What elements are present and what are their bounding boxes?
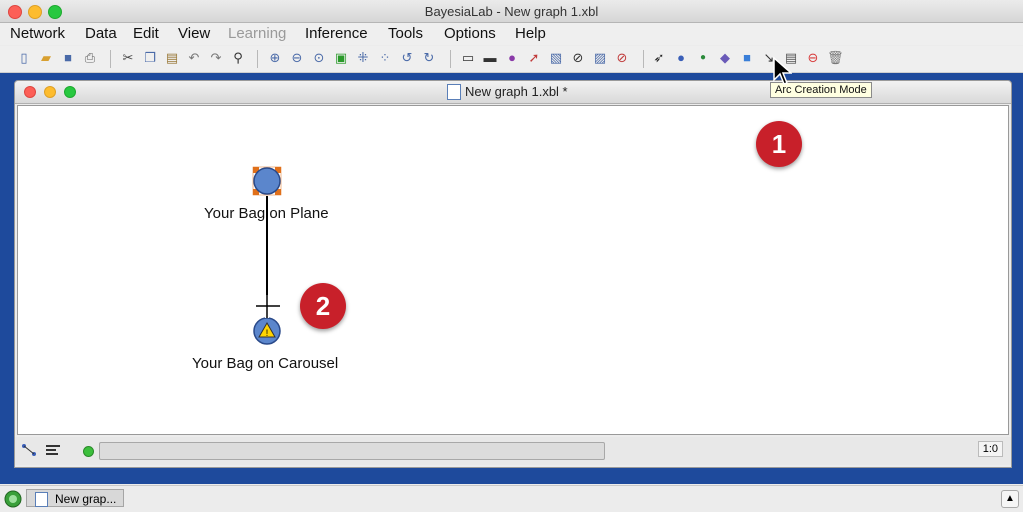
print-icon[interactable]: ⎙ — [82, 50, 98, 66]
callout-badge-2: 2 — [300, 283, 346, 329]
pointer-tool-icon[interactable]: ➚ — [526, 50, 542, 66]
document-icon — [35, 492, 48, 507]
menu-options[interactable]: Options — [444, 25, 496, 42]
mouse-pointer-icon — [773, 56, 792, 85]
node-display-icon[interactable]: ▭ — [460, 50, 476, 66]
rotate-left-icon[interactable]: ↺ — [399, 50, 415, 66]
menu-help[interactable]: Help — [515, 25, 546, 42]
zoom-fit-icon[interactable]: ⊙ — [311, 50, 327, 66]
trash-icon[interactable]: 🗑 — [827, 50, 844, 66]
node-label-carousel: Your Bag on Carousel — [192, 355, 339, 372]
document-minimize-button[interactable] — [44, 86, 56, 98]
no-entry-icon[interactable]: ⊘ — [614, 50, 630, 66]
copy-icon[interactable]: ❐ — [142, 50, 158, 66]
menu-learning: Learning — [228, 25, 287, 42]
open-folder-icon[interactable]: ▰ — [38, 50, 54, 66]
new-file-icon[interactable]: ▯ — [16, 50, 32, 66]
node-your-bag-on-plane[interactable] — [252, 166, 282, 196]
decision-node-icon[interactable]: ◆ — [717, 50, 733, 66]
menu-data[interactable]: Data — [85, 25, 117, 42]
cut-icon[interactable]: ✂ — [120, 50, 136, 66]
chevron-up-icon[interactable]: ▲ — [1001, 490, 1019, 508]
node-your-bag-on-carousel[interactable]: ! — [253, 317, 281, 345]
zoom-in-icon[interactable]: ⊕ — [267, 50, 283, 66]
document-title: New graph 1.xbl * — [465, 84, 568, 99]
fit-window-icon[interactable]: ▣ — [333, 50, 349, 66]
find-icon[interactable]: ⚲ — [230, 50, 246, 66]
node-creation-icon[interactable]: ● — [673, 50, 689, 66]
image-icon[interactable]: ▧ — [548, 50, 564, 66]
document-close-button[interactable] — [24, 86, 36, 98]
zoom-level: 1:0 — [977, 441, 1003, 457]
status-message-field — [99, 442, 605, 460]
utility-node-icon[interactable]: ■ — [739, 50, 755, 66]
delete-icon[interactable]: ⊖ — [805, 50, 821, 66]
selection-mode-icon[interactable]: ➶ — [651, 50, 667, 66]
menu-view[interactable]: View — [178, 25, 210, 42]
menu-edit[interactable]: Edit — [133, 25, 159, 42]
monitor-view-icon[interactable] — [45, 443, 61, 457]
graph-view-icon[interactable] — [21, 443, 37, 457]
svg-text:!: ! — [266, 328, 269, 338]
arc-display-icon[interactable]: ▬ — [482, 50, 498, 66]
menubar: Network Data Edit View Learning Inferenc… — [0, 23, 1023, 45]
zoom-out-icon[interactable]: ⊖ — [289, 50, 305, 66]
menu-network[interactable]: Network — [10, 25, 65, 42]
crosshair-cursor-icon — [256, 295, 280, 318]
undo-icon[interactable]: ↶ — [186, 50, 202, 66]
menu-inference[interactable]: Inference — [305, 25, 368, 42]
save-icon[interactable]: ■ — [60, 50, 76, 66]
menu-tools[interactable]: Tools — [388, 25, 423, 42]
window-taskbar: New grap... ▲ — [0, 485, 1023, 512]
taskbar-window-label: New grap... — [55, 492, 117, 506]
app-title: BayesiaLab - New graph 1.xbl — [424, 4, 599, 19]
note-display-icon[interactable]: ▨ — [592, 50, 608, 66]
redo-icon[interactable]: ↷ — [208, 50, 224, 66]
distribute-icon[interactable]: ⁜ — [355, 50, 371, 66]
bayesialab-app-icon[interactable] — [4, 490, 22, 508]
node-label-plane: Your Bag on Plane — [204, 205, 329, 222]
document-maximize-button[interactable] — [64, 86, 76, 98]
paste-icon[interactable]: ▤ — [164, 50, 180, 66]
graph-canvas[interactable]: ! Your Bag on Plane Your Bag on Carousel… — [17, 105, 1009, 435]
taskbar-window-button[interactable]: New grap... — [26, 489, 124, 507]
graph-svg: ! — [252, 166, 282, 345]
app-title-bar: BayesiaLab - New graph 1.xbl — [0, 0, 1023, 23]
small-node-icon[interactable]: ● — [695, 50, 711, 66]
color-icon[interactable]: ● — [504, 50, 520, 66]
document-window: New graph 1.xbl * ! Your Bag on Plane Yo… — [14, 80, 1012, 468]
status-bar: 1:0 — [15, 437, 1011, 465]
rotate-right-icon[interactable]: ↻ — [421, 50, 437, 66]
toolbar: ▯ ▰ ■ ⎙ ✂ ❐ ▤ ↶ ↷ ⚲ ⊕ ⊖ ⊙ ▣ ⁜ ⁘ ↺ ↻ ▭ ▬ … — [0, 46, 1023, 73]
status-indicator-icon — [83, 446, 94, 457]
no-search-icon[interactable]: ⊘ — [570, 50, 586, 66]
layout-icon[interactable]: ⁘ — [377, 50, 393, 66]
callout-badge-1: 1 — [756, 121, 802, 167]
document-icon — [447, 84, 461, 100]
